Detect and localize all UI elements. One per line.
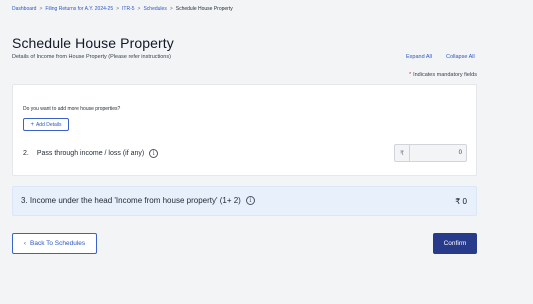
mandatory-star: * <box>408 72 412 78</box>
mandatory-fields-note: * Indicates mandatory fields <box>409 72 477 78</box>
pass-through-amount-field[interactable]: ₹ 0 <box>394 144 467 162</box>
breadcrumb-dashboard[interactable]: Dashboard <box>12 6 36 12</box>
info-icon[interactable]: i <box>149 149 159 158</box>
house-property-card: Do you want to add more house properties… <box>12 84 477 176</box>
pass-through-label: Pass through income / loss (if any) <box>36 150 145 157</box>
confirm-button[interactable]: Confirm <box>433 233 477 254</box>
breadcrumb-schedules[interactable]: Schedules <box>143 6 166 12</box>
breadcrumb: Dashboard > Filing Returns for A.Y. 2024… <box>12 6 233 12</box>
income-summary-bar: 3. Income under the head 'Income from ho… <box>12 186 477 216</box>
rupee-icon: ₹ <box>395 145 410 161</box>
mandatory-note-text: Indicates mandatory fields <box>413 72 477 78</box>
breadcrumb-separator: > <box>116 6 120 12</box>
pass-through-number: 2. <box>23 150 29 157</box>
back-to-schedules-button[interactable]: ‹ Back To Schedules <box>12 233 97 254</box>
info-icon[interactable]: i <box>245 196 255 205</box>
chevron-left-icon: ‹ <box>23 240 26 247</box>
breadcrumb-separator: > <box>39 6 43 12</box>
income-summary-row: 3. Income under the head 'Income from ho… <box>21 196 255 205</box>
page-title: Schedule House Property <box>12 35 174 51</box>
breadcrumb-filing-returns[interactable]: Filing Returns for A.Y. 2024-25 <box>45 6 113 12</box>
breadcrumb-current: Schedule House Property <box>175 6 233 12</box>
breadcrumb-separator: > <box>169 6 173 12</box>
income-total: ₹ 0 <box>455 197 467 206</box>
add-details-label: Add Details <box>35 121 62 128</box>
back-button-label: Back To Schedules <box>30 240 86 247</box>
expand-all-link[interactable]: Expand All <box>406 54 432 60</box>
breadcrumb-separator: > <box>137 6 141 12</box>
page-subtitle: Details of Income from House Property (P… <box>12 54 171 60</box>
income-summary-label: 3. Income under the head 'Income from ho… <box>21 196 241 205</box>
collapse-all-link[interactable]: Collapse All <box>446 54 475 60</box>
plus-icon: + <box>30 121 34 128</box>
add-property-question: Do you want to add more house properties… <box>23 106 121 112</box>
pass-through-amount-value: 0 <box>458 150 462 156</box>
breadcrumb-itr[interactable]: ITR-5 <box>122 6 135 12</box>
pass-through-row: 2. Pass through income / loss (if any) i <box>23 149 159 158</box>
add-details-button[interactable]: + Add Details <box>23 118 69 131</box>
